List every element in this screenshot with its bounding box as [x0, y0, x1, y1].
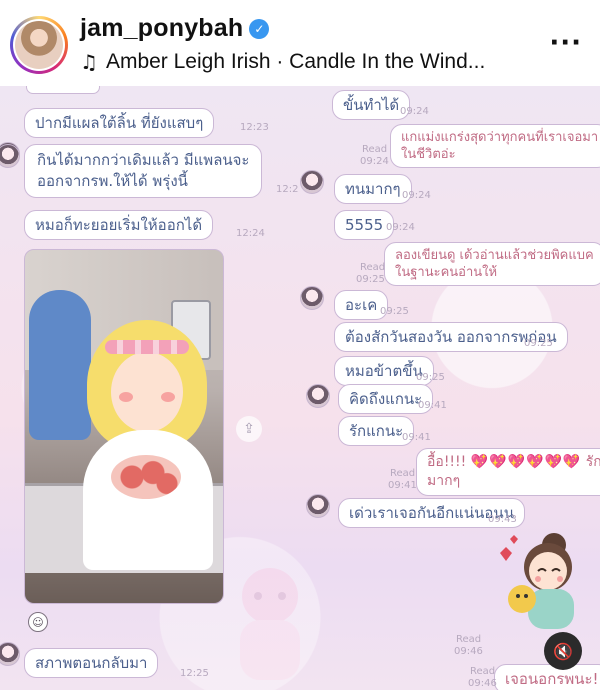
right-message-5: ลองเขียนดู เด้วอ่านแล้วช่วยพิคแบค ในฐานะ…	[384, 242, 600, 286]
left-message-1: ปากมีแผลใต้ลิ้น ที่ยังแสบๆ	[24, 108, 215, 138]
right-message-11-time: 09:41	[388, 480, 417, 491]
right-message-11-text: อื้อ!!!!	[427, 454, 467, 470]
right-message-2-line1: แกแม่งแกร่งสุดว่าทุกคนที่เราเจอมา	[401, 130, 599, 145]
right-message-11-line2: มากๆ	[427, 473, 461, 489]
photo-nurse	[29, 290, 91, 440]
right-message-1: ขั้นทำได้	[332, 90, 411, 120]
more-options-icon[interactable]: ···	[549, 28, 582, 58]
left-message-1-time: 12:23	[240, 122, 269, 133]
mute-audio-icon[interactable]: 🔇	[544, 632, 582, 670]
username-row: jam_ponybah ✓	[80, 14, 270, 43]
right-message-4-time: 09:24	[386, 222, 415, 233]
right-message-11-read: Read	[390, 468, 416, 479]
photo-message[interactable]	[24, 249, 224, 604]
right-message-2-read: Read	[362, 144, 388, 155]
right-message-11: อื้อ!!!! 💖💖💖💖💖💖 รัก มากๆ	[416, 448, 600, 496]
left-message-2: กินได้มากกว่าเดิมแล้ว มีแพลนจะ ออกจากรพ.…	[24, 144, 263, 198]
right-message-11-line1: อื้อ!!!! 💖💖💖💖💖💖 รัก	[427, 453, 600, 472]
hearts-emoji: 💖💖💖💖💖💖	[470, 454, 582, 470]
right-message-5-line2: ในฐานะคนอ่านให้	[395, 265, 498, 280]
friend-avatar	[306, 494, 330, 518]
left-message-4: สภาพตอนกลับมา	[24, 648, 159, 678]
profile-avatar[interactable]	[10, 16, 68, 74]
right-message-2: แกแม่งแกร่งสุดว่าทุกคนที่เราเจอมา ในชีวิ…	[390, 124, 600, 168]
right-message-6-time: 09:25	[380, 306, 409, 317]
music-note-icon: ♫	[80, 50, 98, 74]
friend-avatar	[0, 642, 20, 666]
verified-check-icon: ✓	[249, 18, 270, 39]
friend-avatar	[300, 286, 324, 310]
right-message-9-time: 09:41	[418, 400, 447, 411]
music-attribution[interactable]: ♫ Amber Leigh Irish · Candle In the Wind…	[80, 50, 540, 74]
background-character-icon	[240, 568, 300, 680]
right-message-5-line1: ลองเขียนดู เด้วอ่านแล้วช่วยพิคแบค	[395, 248, 594, 263]
share-icon[interactable]: ⇪	[236, 416, 262, 442]
friend-avatar	[0, 144, 20, 168]
avatar-inner	[13, 19, 65, 71]
left-message-2-line1: กินได้มากกว่าเดิมแล้ว มีแพลนจะ	[37, 151, 250, 169]
left-message-3-time: 12:24	[236, 228, 265, 239]
right-message-3: ทนมากๆ	[334, 174, 412, 204]
right-message-13-time-a: 09:46	[454, 646, 483, 657]
music-title: Amber Leigh Irish · Candle In the Wind..…	[105, 50, 486, 73]
username-link[interactable]: jam_ponybah	[80, 14, 243, 43]
right-message-13-time: 09:46	[468, 678, 497, 689]
right-message-10-time: 09:41	[402, 432, 431, 443]
right-message-2-time: 09:24	[360, 156, 389, 167]
left-message-2-time: 12:2	[276, 184, 299, 195]
right-message-5-time: 09:25	[356, 274, 385, 285]
left-message-3: หมอก็ทะยอยเริ่มให้ออกได้	[24, 210, 214, 240]
right-message-8-time: 09:25	[416, 372, 445, 383]
left-bubble-partial	[26, 86, 100, 94]
friend-avatar	[306, 384, 330, 408]
right-message-13-read-a: Read	[456, 634, 482, 645]
sticker-girl-hug	[500, 533, 574, 629]
post-header: jam_ponybah ✓ ♫ Amber Leigh Irish · Cand…	[0, 0, 600, 86]
friend-avatar	[300, 170, 324, 194]
flower-bouquet	[111, 455, 181, 499]
chat-screenshot: ปากมีแผลใต้ลิ้น ที่ยังแสบๆ 12:23 กินได้ม…	[0, 86, 600, 690]
flower-crown	[105, 340, 189, 354]
left-message-4-time: 12:25	[180, 668, 209, 679]
right-message-7-time: 09:25	[524, 338, 553, 349]
right-message-3-time: 09:24	[402, 190, 431, 201]
right-message-13-read: Read	[470, 666, 496, 677]
right-message-1-time: 09:24	[400, 106, 429, 117]
sticker-blush	[119, 392, 133, 402]
left-message-2-line2: ออกจากรพ.ให้ได้ พรุ่งนี้	[37, 172, 188, 190]
right-message-13: เจอนอกรพนะ!	[494, 664, 600, 690]
sticker-girl-dress	[83, 430, 213, 570]
avatar-image	[15, 21, 63, 69]
reaction-icon[interactable]: ☺	[28, 612, 48, 632]
right-message-11-end: รัก	[585, 454, 600, 470]
right-message-2-line2: ในชีวิตอ่ะ	[401, 147, 456, 162]
right-message-12-time: 09:43	[488, 514, 517, 525]
right-message-5-read: Read	[360, 262, 386, 273]
sticker-blush	[161, 392, 175, 402]
